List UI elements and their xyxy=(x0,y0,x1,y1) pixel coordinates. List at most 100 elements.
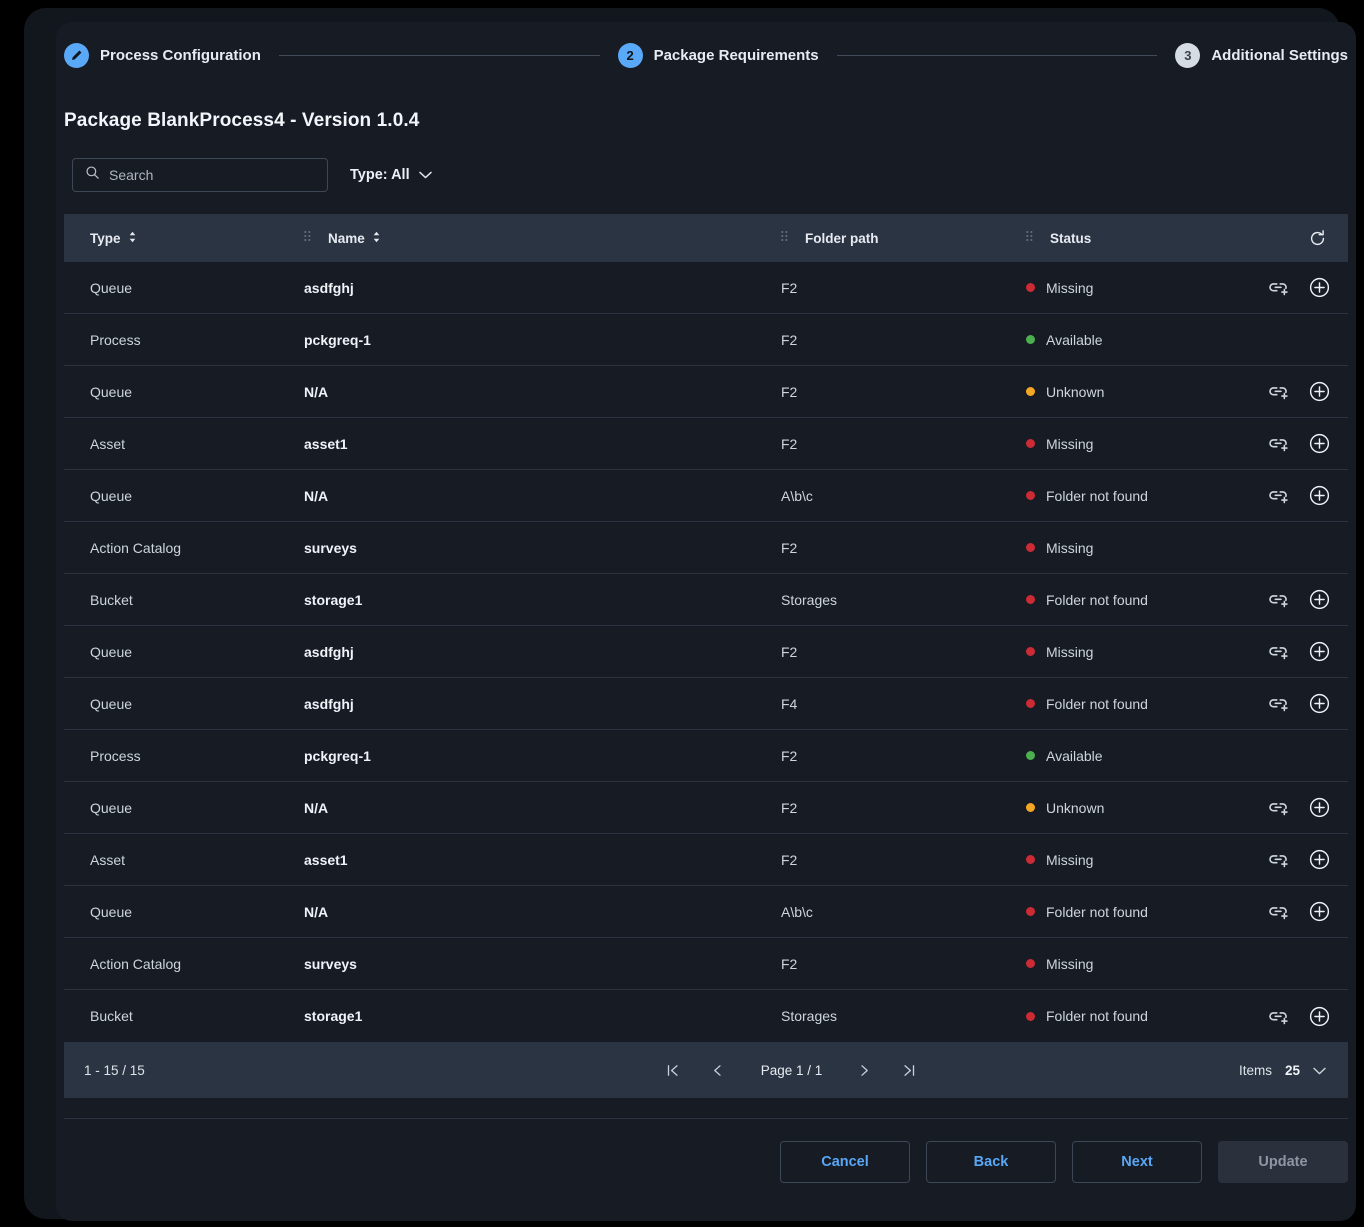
plus-circle-icon[interactable] xyxy=(1309,433,1330,454)
link-plus-icon[interactable] xyxy=(1268,279,1289,296)
status-dot-icon xyxy=(1026,283,1035,292)
back-button[interactable]: Back xyxy=(926,1141,1056,1183)
plus-circle-icon[interactable] xyxy=(1309,485,1330,506)
cell-folder-path: F2 xyxy=(781,383,798,400)
table-row[interactable]: Asset asset1 F2 Missing xyxy=(64,834,1348,886)
status-label: Missing xyxy=(1046,955,1094,972)
table-row[interactable]: Bucket storage1 Storages Folder not found xyxy=(64,574,1348,626)
next-button[interactable]: Next xyxy=(1072,1141,1202,1183)
column-drag-handle[interactable] xyxy=(304,230,311,247)
plus-circle-icon[interactable] xyxy=(1309,641,1330,662)
cell-name: asset1 xyxy=(304,851,348,868)
table-row[interactable]: Queue N/A F2 Unknown xyxy=(64,366,1348,418)
plus-circle-icon[interactable] xyxy=(1309,797,1330,818)
stepper-step-3[interactable]: 3 Additional Settings xyxy=(1175,42,1348,68)
column-header-label: Folder path xyxy=(805,230,879,246)
cell-name: surveys xyxy=(304,955,357,972)
row-actions xyxy=(1254,641,1348,662)
table-row[interactable]: Process pckgreq-1 F2 Available xyxy=(64,314,1348,366)
table-row[interactable]: Queue N/A A\b\c Folder not found xyxy=(64,470,1348,522)
wizard-stepper: Process Configuration 2 Package Requiremen… xyxy=(56,22,1356,88)
status-badge: Folder not found xyxy=(1026,592,1254,608)
previous-page-icon[interactable] xyxy=(711,1062,724,1079)
column-header-status[interactable]: Status xyxy=(1026,214,1254,262)
link-plus-icon[interactable] xyxy=(1268,903,1289,920)
link-plus-icon[interactable] xyxy=(1268,695,1289,712)
refresh-icon[interactable] xyxy=(1308,229,1327,248)
search-input[interactable] xyxy=(109,167,299,183)
column-drag-handle[interactable] xyxy=(1026,230,1033,247)
first-page-icon[interactable] xyxy=(665,1062,681,1079)
stepper-step-2[interactable]: 2 Package Requirements xyxy=(617,42,819,68)
plus-circle-icon[interactable] xyxy=(1309,693,1330,714)
table-row[interactable]: Queue asdfghj F4 Folder not found xyxy=(64,678,1348,730)
cell-folder-path: F2 xyxy=(781,799,798,816)
items-per-page-label: Items xyxy=(1238,1062,1272,1078)
cell-name: asdfghj xyxy=(304,279,354,296)
status-dot-icon xyxy=(1026,439,1035,448)
table-row[interactable]: Bucket storage1 Storages Folder not found xyxy=(64,990,1348,1042)
status-badge: Missing xyxy=(1026,436,1254,452)
cell-folder-path: Storages xyxy=(781,1008,838,1024)
stepper-step-1[interactable]: Process Configuration xyxy=(64,42,261,68)
status-label: Folder not found xyxy=(1046,1008,1148,1024)
cell-type: Process xyxy=(90,747,141,764)
link-plus-icon[interactable] xyxy=(1268,383,1289,400)
chevron-down-icon xyxy=(1313,1063,1326,1078)
status-badge: Folder not found xyxy=(1026,904,1254,920)
status-label: Folder not found xyxy=(1046,591,1148,608)
table-row[interactable]: Asset asset1 F2 Missing xyxy=(64,418,1348,470)
row-actions xyxy=(1254,485,1348,506)
last-page-icon[interactable] xyxy=(901,1062,917,1079)
status-label: Missing xyxy=(1046,643,1094,660)
column-drag-handle[interactable] xyxy=(781,230,788,247)
link-plus-icon[interactable] xyxy=(1268,1008,1289,1025)
sort-icon[interactable] xyxy=(128,231,137,246)
update-button: Update xyxy=(1218,1141,1348,1183)
table-row[interactable]: Queue N/A A\b\c Folder not found xyxy=(64,886,1348,938)
table-row[interactable]: Queue asdfghj F2 Missing xyxy=(64,626,1348,678)
cell-folder-path: F2 xyxy=(781,435,798,452)
cell-type: Queue xyxy=(90,383,133,400)
cell-folder-path: F2 xyxy=(781,851,798,868)
table-row[interactable]: Queue asdfghj F2 Missing xyxy=(64,262,1348,314)
link-plus-icon[interactable] xyxy=(1268,487,1289,504)
plus-circle-icon[interactable] xyxy=(1309,1006,1330,1027)
status-label: Unknown xyxy=(1046,799,1105,816)
stepper-label-1: Process Configuration xyxy=(100,46,261,64)
stepper-connector-1 xyxy=(278,54,600,56)
plus-circle-icon[interactable] xyxy=(1309,589,1330,610)
row-actions xyxy=(1254,1006,1348,1027)
link-plus-icon[interactable] xyxy=(1268,435,1289,452)
sort-icon[interactable] xyxy=(372,231,381,246)
link-plus-icon[interactable] xyxy=(1268,851,1289,868)
cell-folder-path: F2 xyxy=(781,279,798,296)
status-badge: Missing xyxy=(1026,540,1254,556)
plus-circle-icon[interactable] xyxy=(1309,381,1330,402)
row-actions xyxy=(1254,693,1348,714)
plus-circle-icon[interactable] xyxy=(1309,277,1330,298)
column-header-name[interactable]: Name xyxy=(304,214,781,262)
plus-circle-icon[interactable] xyxy=(1309,849,1330,870)
cell-type: Queue xyxy=(90,643,133,660)
link-plus-icon[interactable] xyxy=(1268,799,1289,816)
link-plus-icon[interactable] xyxy=(1268,591,1289,608)
search-box[interactable] xyxy=(72,158,328,192)
items-per-page-dropdown[interactable]: Items 25 xyxy=(1239,1063,1326,1078)
requirements-table: Type Name Folder path Status Queue asdfghj F2… xyxy=(64,214,1348,1098)
table-row[interactable]: Queue N/A F2 Unknown xyxy=(64,782,1348,834)
type-filter-dropdown[interactable]: Type: All xyxy=(350,167,432,183)
column-header-type[interactable]: Type xyxy=(64,214,304,262)
table-row[interactable]: Action Catalog surveys F2 Missing xyxy=(64,522,1348,574)
table-row[interactable]: Action Catalog surveys F2 Missing xyxy=(64,938,1348,990)
table-row[interactable]: Process pckgreq-1 F2 Available xyxy=(64,730,1348,782)
plus-circle-icon[interactable] xyxy=(1309,901,1330,922)
cell-name: N/A xyxy=(304,383,329,400)
cancel-button[interactable]: Cancel xyxy=(780,1141,910,1183)
table-body: Queue asdfghj F2 Missing Process pckgreq-1 F2 A… xyxy=(64,262,1348,1042)
status-badge: Folder not found xyxy=(1026,1008,1254,1024)
cell-folder-path: F2 xyxy=(781,331,798,348)
next-page-icon[interactable] xyxy=(858,1062,871,1079)
link-plus-icon[interactable] xyxy=(1268,643,1289,660)
column-header-folder[interactable]: Folder path xyxy=(781,214,1026,262)
